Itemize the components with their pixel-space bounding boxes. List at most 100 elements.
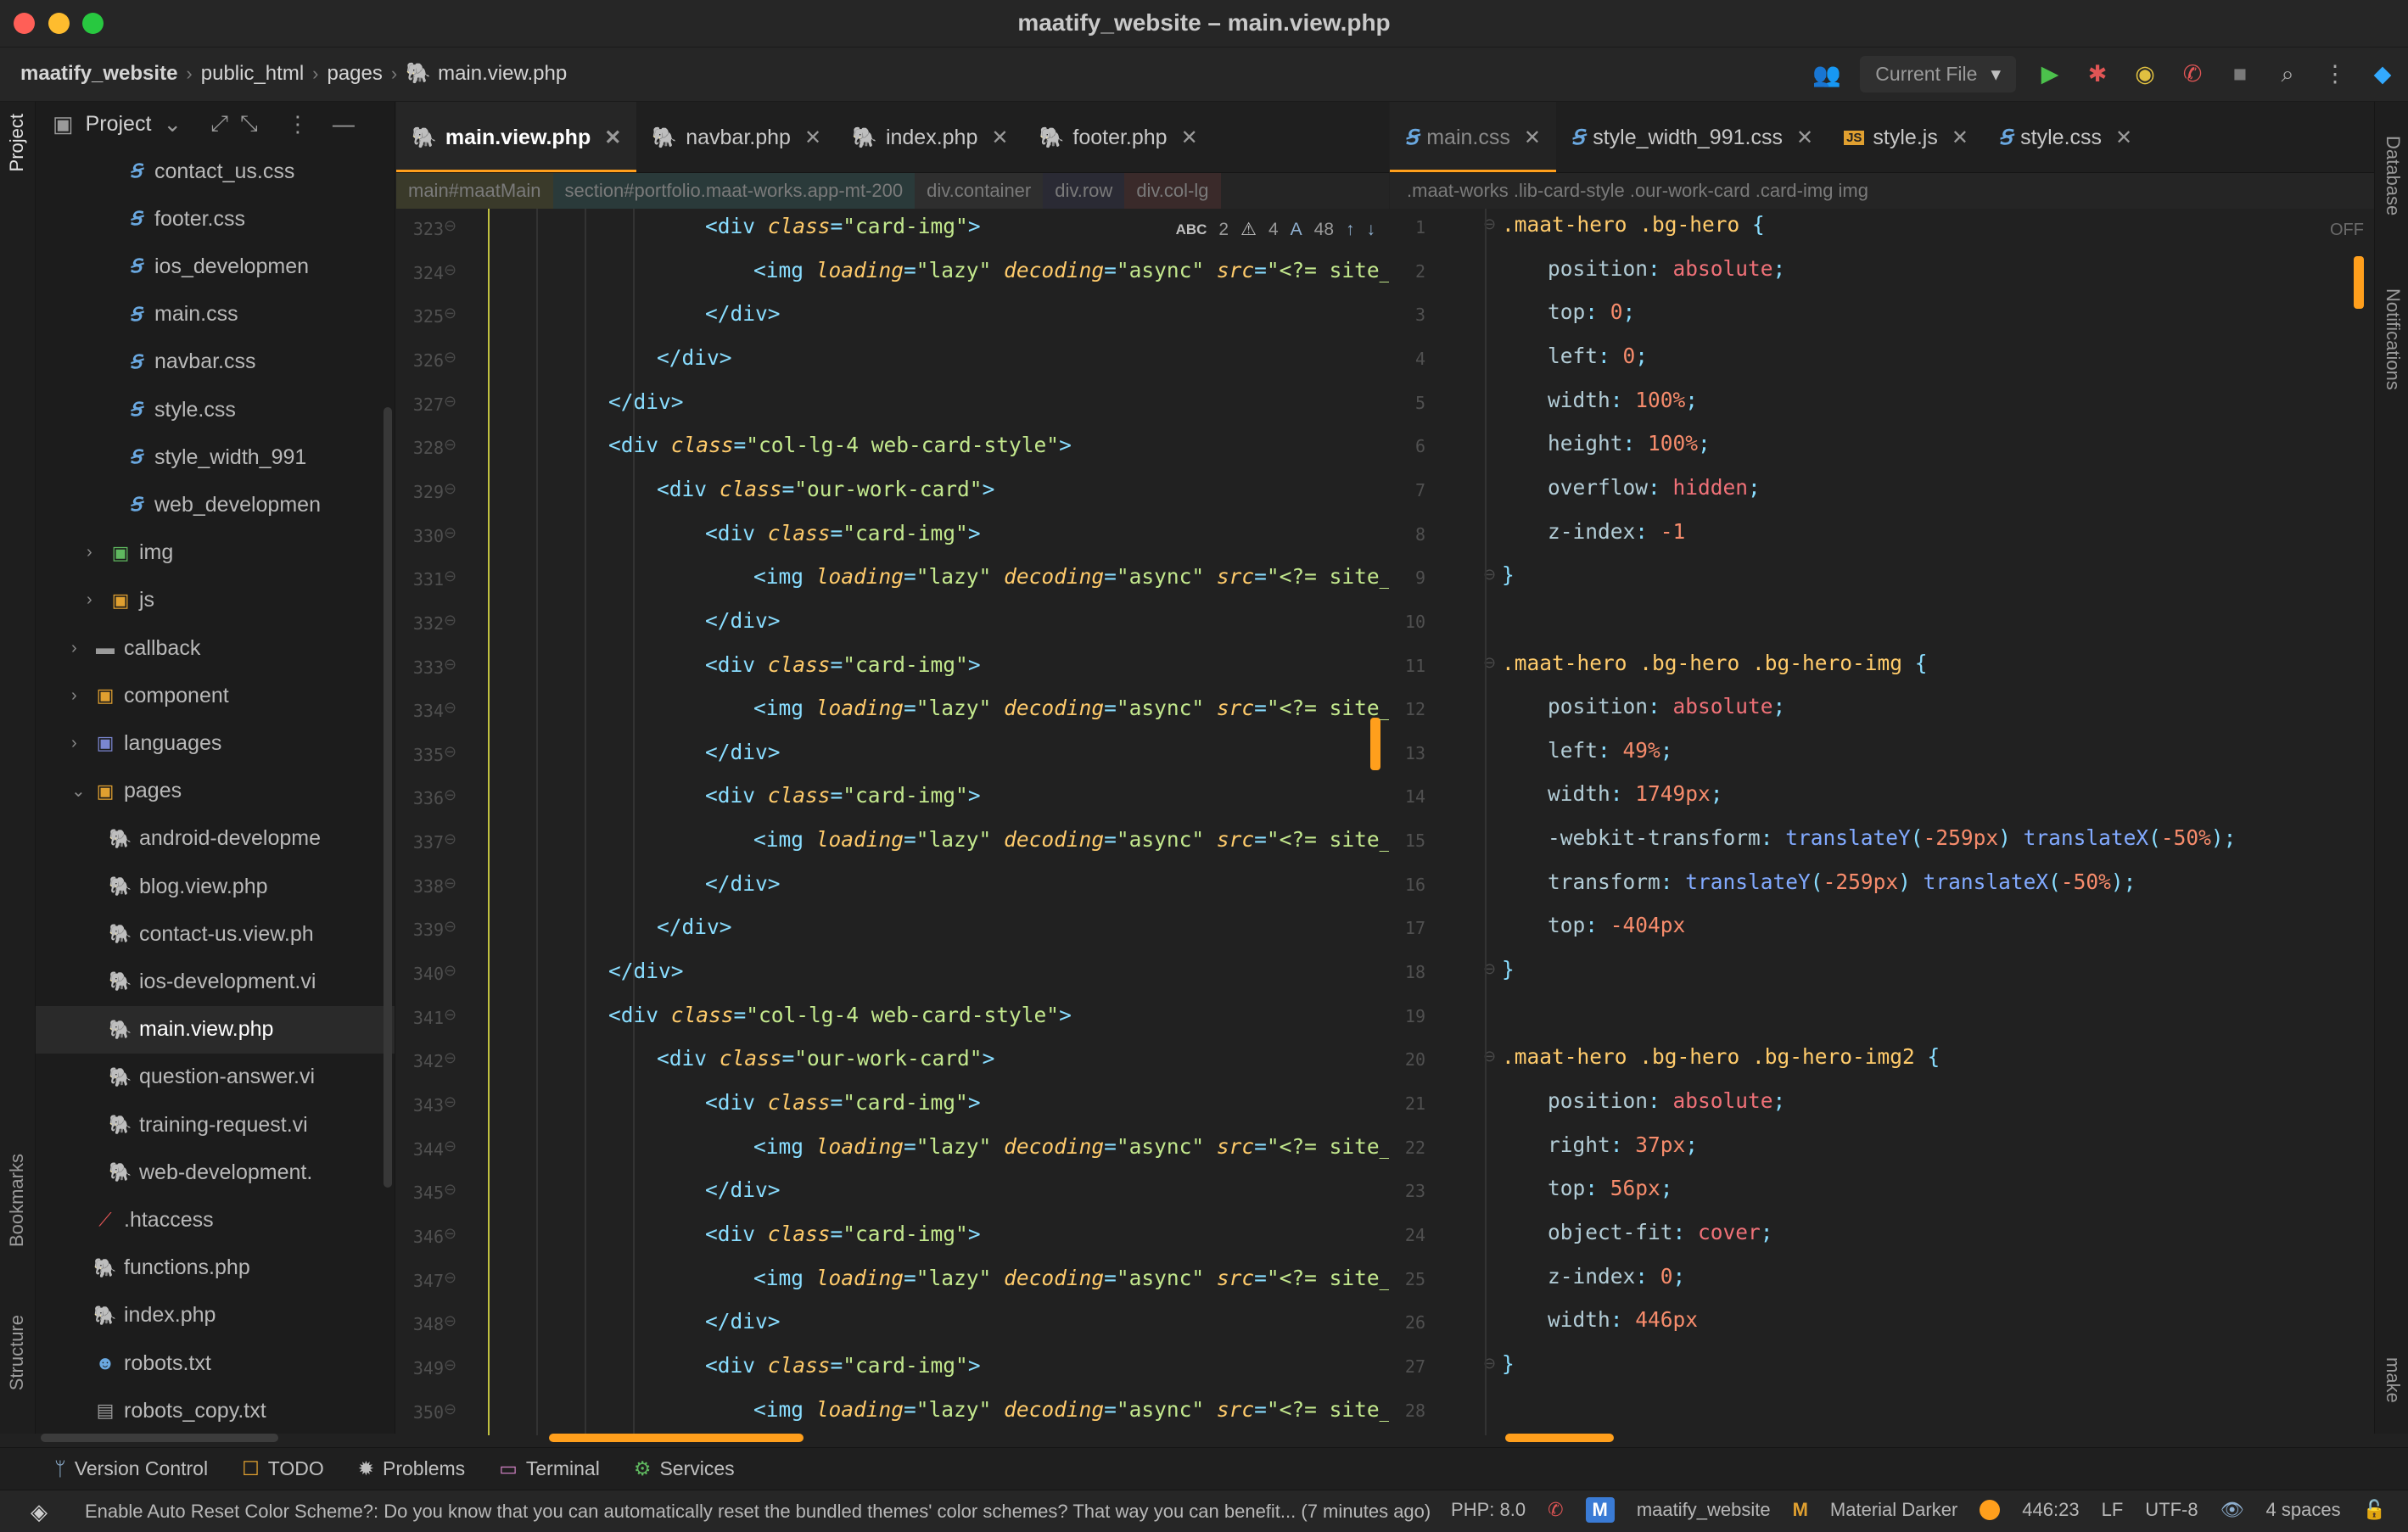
tree-item[interactable]: Ꞩstyle_width_991 <box>36 433 395 481</box>
tree-item[interactable]: 🐘 functions.php <box>36 1244 395 1292</box>
fold-marker[interactable]: ⊖ <box>444 1356 456 1374</box>
tree-item[interactable]: › ▣ component <box>36 672 395 719</box>
eye-icon[interactable]: 👁 <box>2220 1499 2244 1521</box>
editor-tab[interactable]: Ꞩstyle_width_991.css ✕ <box>1556 102 1828 172</box>
stop-icon[interactable]: ■ <box>2226 61 2254 87</box>
more-icon[interactable]: ⋮ <box>287 111 309 137</box>
indent-setting[interactable]: 4 spaces <box>2266 1499 2341 1521</box>
file-encoding[interactable]: UTF-8 <box>2145 1499 2198 1521</box>
search-icon[interactable]: ⌕ <box>2274 61 2301 88</box>
tree-item[interactable]: Ꞩweb_developmen <box>36 481 395 528</box>
fold-marker[interactable]: ⊖ <box>444 875 456 892</box>
jetbrains-icon[interactable]: ◆ <box>2369 61 2396 87</box>
expand-arrow-icon[interactable]: › <box>71 639 90 658</box>
fold-marker[interactable]: ⊖ <box>444 830 456 848</box>
tree-item[interactable]: 🐘 question-answer.vi <box>36 1054 395 1101</box>
expand-arrow-icon[interactable]: ⌄ <box>71 780 90 802</box>
fold-marker[interactable]: ⊖ <box>444 568 456 585</box>
left-editor-scroll-thumb[interactable] <box>1370 718 1380 770</box>
phone-icon[interactable]: ✆ <box>2179 61 2206 87</box>
editor-tab[interactable]: Ꞩmain.css ✕ <box>1390 102 1556 172</box>
fold-marker[interactable]: ⊖ <box>444 1006 456 1024</box>
todo-button[interactable]: ☐ TODO <box>242 1457 324 1480</box>
tree-item[interactable]: 🐘 android-developme <box>36 815 395 863</box>
problems-button[interactable]: ✹ Problems <box>358 1457 465 1480</box>
next-problem-icon[interactable]: ↓ <box>1367 220 1376 240</box>
tree-item[interactable]: ⌄ ▣ pages <box>36 768 395 815</box>
close-icon[interactable]: ✕ <box>1796 126 1813 150</box>
line-separator[interactable]: LF <box>2102 1499 2124 1521</box>
run-icon[interactable]: ▶ <box>2036 61 2064 87</box>
tree-item[interactable]: ▤ robots_copy.txt <box>36 1387 395 1434</box>
right-code-editor[interactable]: OFF 1 ⊖ .maat-hero .bg-hero {2 position: ab… <box>1390 209 2374 1435</box>
structure-tool-tab[interactable]: Structure <box>6 1315 28 1390</box>
breadcrumb-project[interactable]: maatify_website <box>20 62 177 86</box>
theme-dot-icon[interactable] <box>1980 1500 2001 1520</box>
fold-marker[interactable]: ⊖ <box>444 962 456 980</box>
project-scrollbar[interactable] <box>384 407 392 1188</box>
close-icon[interactable]: ✕ <box>991 126 1008 150</box>
code-breadcrumb-item[interactable]: div.row <box>1043 173 1125 209</box>
tree-item[interactable]: Ꞩcontact_us.css <box>36 148 395 195</box>
debug-icon[interactable]: ✱ <box>2084 61 2111 87</box>
code-breadcrumb-item[interactable]: section#portfolio.maat-works.app-mt-200 <box>552 173 916 209</box>
users-icon[interactable]: 👥 <box>1812 61 1841 88</box>
editor-tab[interactable]: JS style.js ✕ <box>1828 102 1984 172</box>
notifications-tool-tab[interactable]: Notifications <box>2382 288 2404 390</box>
more-icon[interactable]: ⋮ <box>2321 61 2349 87</box>
fold-marker[interactable]: ⊖ <box>444 393 456 411</box>
tree-item[interactable]: Ꞩios_developmen <box>36 243 395 290</box>
caret-position[interactable]: 446:23 <box>2022 1499 2079 1521</box>
tree-item[interactable]: Ꞩnavbar.css <box>36 338 395 386</box>
close-icon[interactable]: ✕ <box>2115 126 2132 150</box>
code-breadcrumb-item[interactable]: main#maatMain <box>396 173 553 209</box>
left-editor-horizontal-scroll[interactable] <box>549 1434 804 1442</box>
expand-arrow-icon[interactable]: › <box>87 543 105 562</box>
tree-item[interactable]: Ꞩfooter.css <box>36 195 395 243</box>
readonly-flag[interactable]: OFF <box>2330 221 2364 240</box>
project-name[interactable]: maatify_website <box>1637 1499 1771 1521</box>
fold-marker[interactable]: ⊖ <box>444 656 456 674</box>
breadcrumb-public-html[interactable]: public_html <box>201 62 304 86</box>
tree-item[interactable]: › ▣ js <box>36 577 395 624</box>
editor-tab[interactable]: 🐘 navbar.php ✕ <box>636 102 837 172</box>
tree-item[interactable]: 🐘 blog.view.php <box>36 863 395 910</box>
run-configuration-select[interactable]: Current File ▾ <box>1860 56 2016 92</box>
fold-marker[interactable]: ⊖ <box>444 786 456 804</box>
tree-item[interactable]: Ꞩmain.css <box>36 291 395 338</box>
chevron-down-icon[interactable]: ⌄ <box>163 111 182 137</box>
expand-arrow-icon[interactable]: › <box>71 686 90 706</box>
project-horizontal-scrollbar[interactable] <box>41 1434 278 1442</box>
terminal-button[interactable]: ▭ Terminal <box>499 1457 600 1480</box>
tree-item[interactable]: 🐘 contact-us.view.ph <box>36 910 395 958</box>
code-breadcrumb-item[interactable]: div.col-lg <box>1124 173 1221 209</box>
close-icon[interactable]: ✕ <box>804 126 821 150</box>
right-editor-horizontal-scroll[interactable] <box>1505 1434 1614 1442</box>
code-breadcrumb-item[interactable]: div.container <box>915 173 1044 209</box>
fold-marker[interactable]: ⊖ <box>444 1093 456 1111</box>
bookmarks-tool-tab[interactable]: Bookmarks <box>6 1154 28 1247</box>
fold-marker[interactable]: ⊖ <box>444 436 456 454</box>
php-version[interactable]: PHP: 8.0 <box>1451 1499 1526 1521</box>
fold-marker[interactable]: ⊖ <box>444 217 456 235</box>
close-icon[interactable]: ✕ <box>1952 126 1968 150</box>
fold-marker[interactable]: ⊖ <box>444 1225 456 1243</box>
fold-marker[interactable]: ⊖ <box>444 349 456 366</box>
hide-panel-icon[interactable]: — <box>333 111 355 137</box>
tree-item[interactable]: ☻ robots.txt <box>36 1339 395 1387</box>
database-tool-tab[interactable]: Database <box>2382 136 2404 215</box>
tree-item[interactable]: 🐘 ios-development.vi <box>36 958 395 1005</box>
editor-tab[interactable]: Ꞩstyle.css ✕ <box>1984 102 2148 172</box>
fold-marker[interactable]: ⊖ <box>444 524 456 542</box>
close-icon[interactable]: ✕ <box>1181 126 1198 150</box>
phone-icon[interactable]: ✆ <box>1548 1499 1563 1521</box>
expand-icon[interactable]: ⤢ <box>210 110 228 137</box>
theme-name[interactable]: Material Darker <box>1830 1499 1957 1521</box>
tree-item[interactable]: ⟋ .htaccess <box>36 1196 395 1244</box>
lock-icon[interactable]: 🔓 <box>2363 1499 2386 1521</box>
editor-tab[interactable]: 🐘 index.php ✕ <box>837 102 1023 172</box>
tree-item[interactable]: › ▬ callback <box>36 624 395 672</box>
editor-tab[interactable]: 🐘 main.view.php ✕ <box>396 102 637 172</box>
tree-item[interactable]: 🐘 web-development. <box>36 1149 395 1196</box>
fold-marker[interactable]: ⊖ <box>444 1269 456 1287</box>
